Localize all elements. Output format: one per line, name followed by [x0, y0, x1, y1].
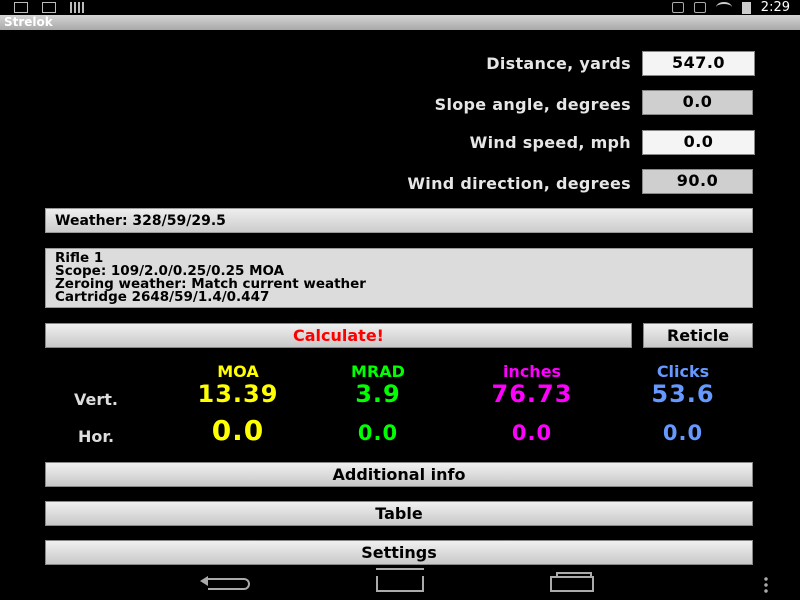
- vert-inches-value: 76.73: [491, 380, 573, 408]
- rifle-info-panel[interactable]: Rifle 1 Scope: 109/2.0/0.25/0.25 MOA Zer…: [45, 248, 753, 308]
- recent-apps-icon[interactable]: [550, 572, 594, 592]
- weather-text: Weather: 328/59/29.5: [55, 213, 226, 229]
- additional-info-button[interactable]: Additional info: [45, 462, 753, 487]
- reticle-button[interactable]: Reticle: [643, 323, 753, 348]
- status-right-icons: 2:29: [671, 0, 790, 15]
- hor-inches-value: 0.0: [511, 421, 553, 445]
- download-icon: [14, 2, 28, 13]
- status-left-icons: [14, 2, 84, 13]
- vert-row-label: Vert.: [74, 390, 118, 409]
- app-title-bar: Strelok: [0, 15, 800, 30]
- app-title: Strelok: [4, 15, 53, 29]
- wind-speed-label: Wind speed, mph: [469, 133, 631, 152]
- hor-moa-value: 0.0: [211, 414, 265, 447]
- slope-angle-label: Slope angle, degrees: [434, 95, 631, 114]
- wind-direction-label: Wind direction, degrees: [407, 174, 631, 193]
- vert-mrad-value: 3.9: [355, 380, 401, 408]
- bluetooth-icon: [671, 2, 684, 13]
- status-bar: 2:29: [0, 0, 800, 15]
- clicks-header: Clicks: [656, 362, 710, 381]
- battery-icon: [741, 1, 751, 14]
- moa-header: MOA: [217, 362, 259, 381]
- settings-button[interactable]: Settings: [45, 540, 753, 565]
- usb-debug-icon: [42, 2, 56, 13]
- weather-button[interactable]: Weather: 328/59/29.5: [45, 208, 753, 233]
- vert-moa-value: 13.39: [197, 380, 279, 408]
- barcode-icon: [70, 2, 84, 13]
- airplane-icon: [693, 2, 706, 13]
- vert-clicks-value: 53.6: [651, 380, 715, 408]
- rifle-cartridge: Cartridge 2648/59/1.4/0.447: [55, 289, 270, 305]
- inches-header: inches: [502, 362, 562, 381]
- overflow-menu-icon[interactable]: [764, 576, 768, 594]
- hor-mrad-value: 0.0: [357, 421, 399, 445]
- distance-input[interactable]: 547.0: [642, 51, 755, 76]
- back-icon[interactable]: [200, 576, 250, 590]
- table-button[interactable]: Table: [45, 501, 753, 526]
- hor-row-label: Hor.: [78, 427, 115, 446]
- wind-direction-input[interactable]: 90.0: [642, 169, 753, 194]
- calculate-button[interactable]: Calculate!: [45, 323, 632, 348]
- mrad-header: MRAD: [351, 362, 405, 381]
- slope-angle-input[interactable]: 0.0: [642, 90, 753, 115]
- wind-speed-input[interactable]: 0.0: [642, 130, 755, 155]
- distance-label: Distance, yards: [486, 54, 631, 73]
- status-time: 2:29: [760, 0, 790, 15]
- hor-clicks-value: 0.0: [662, 421, 704, 445]
- wifi-icon: [715, 2, 732, 13]
- home-icon[interactable]: [376, 576, 424, 592]
- navigation-bar: [0, 568, 800, 600]
